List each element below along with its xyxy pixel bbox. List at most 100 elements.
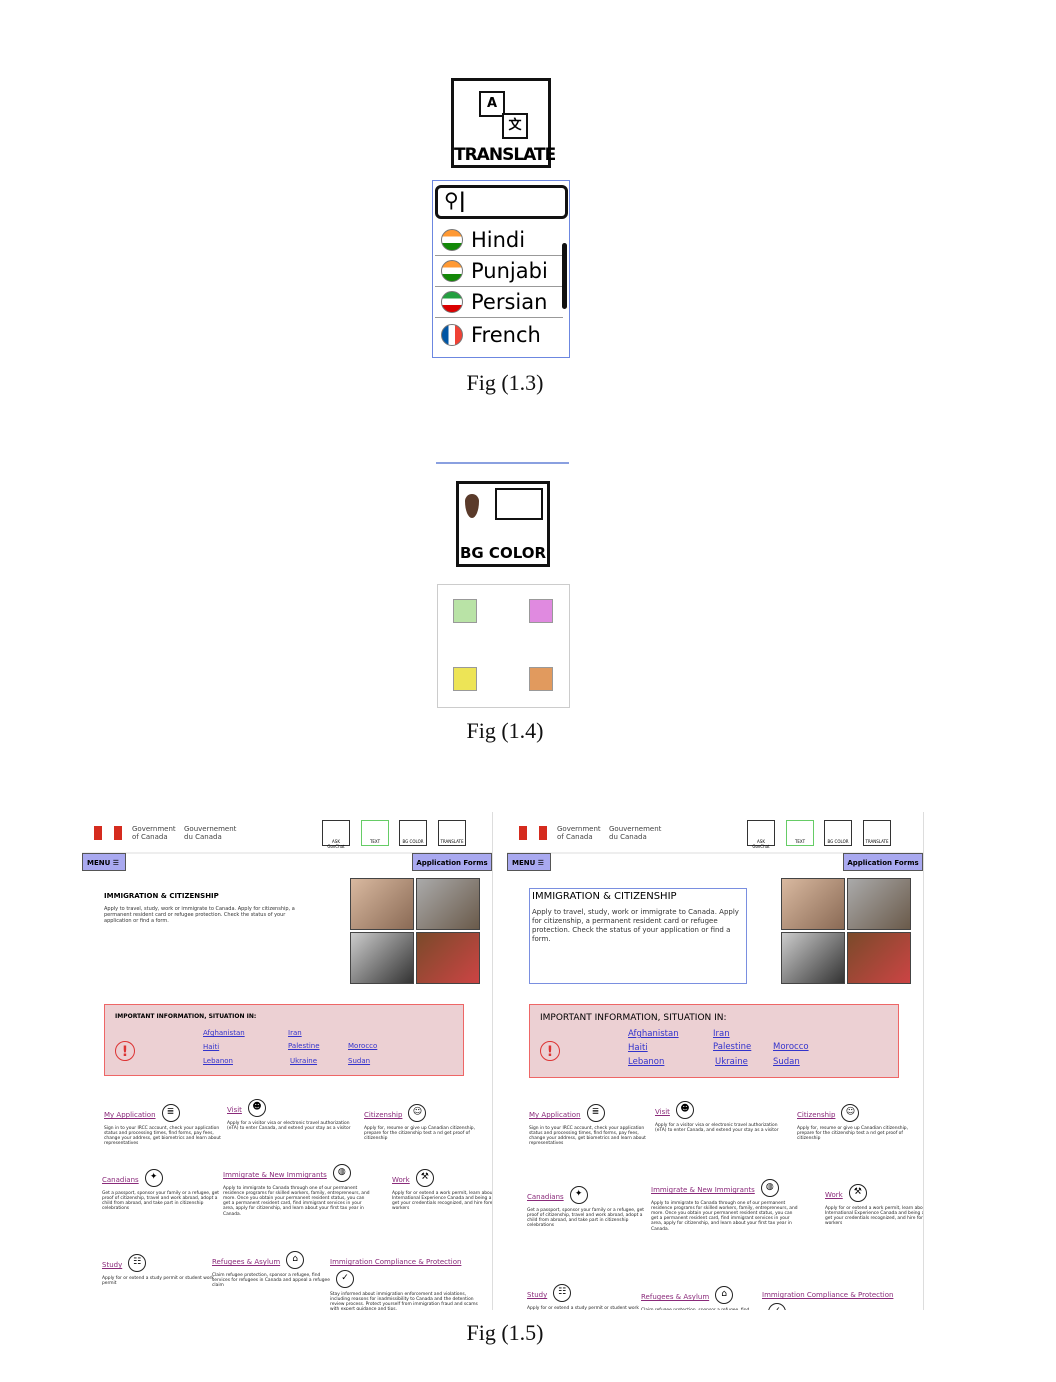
paint-drop-icon: [465, 494, 479, 518]
govchat-button[interactable]: ASK GovChat: [747, 820, 775, 849]
country-link[interactable]: Sudan: [773, 1057, 800, 1067]
language-dropdown[interactable]: ⚲| Hindi Punjabi Persian French: [432, 180, 570, 358]
text-zoom-button[interactable]: TEXT: [786, 820, 814, 846]
service-link[interactable]: Immigration Compliance & Protection: [330, 1258, 461, 1266]
service-link[interactable]: My Application: [529, 1111, 581, 1119]
info-title: IMPORTANT INFORMATION, SITUATION IN:: [115, 1013, 257, 1020]
bg-color-button[interactable]: BG COLOR: [824, 820, 852, 846]
service-card: Immigration Compliance & Protection✓Stay…: [762, 1282, 912, 1310]
country-link[interactable]: Iran: [288, 1029, 302, 1037]
service-link[interactable]: Work: [825, 1191, 843, 1199]
swatch-yellow[interactable]: [453, 667, 477, 691]
site-header: Government of Canada Gouvernement du Can…: [507, 812, 923, 854]
globe-icon: ◍: [760, 1178, 779, 1197]
service-link[interactable]: Immigrate & New Immigrants: [223, 1171, 327, 1179]
service-link[interactable]: Visit: [227, 1106, 242, 1114]
service-link[interactable]: Canadians: [102, 1176, 139, 1184]
govchat-button[interactable]: ASK GovChat: [322, 820, 350, 849]
service-description: Apply for, resume or give up Canadian ci…: [364, 1125, 475, 1141]
country-link[interactable]: Haiti: [203, 1043, 219, 1051]
citizen-icon: ☺: [841, 1103, 860, 1122]
bg-color-button[interactable]: BG COLOR: [456, 481, 550, 567]
scrollbar[interactable]: [562, 243, 567, 309]
service-link[interactable]: Immigrate & New Immigrants: [651, 1186, 755, 1194]
country-link[interactable]: Haiti: [628, 1043, 648, 1053]
service-card: Citizenship ☺ Apply for, resume or give up…: [797, 1102, 922, 1141]
maple-leaf-icon: ✦: [144, 1168, 163, 1187]
country-link[interactable]: Ukraine: [715, 1057, 748, 1067]
service-description: Apply for or extend a study permit or st…: [102, 1275, 214, 1286]
country-link[interactable]: Lebanon: [203, 1057, 233, 1065]
language-option-french[interactable]: French: [435, 319, 563, 350]
figure-caption: Fig (1.4): [466, 718, 544, 743]
service-link[interactable]: Work: [392, 1176, 410, 1184]
application-forms-button[interactable]: Application Forms: [843, 853, 923, 871]
warning-icon: !: [540, 1041, 560, 1061]
service-link[interactable]: Citizenship: [797, 1111, 835, 1119]
swatch-green[interactable]: [453, 599, 477, 623]
service-description: Apply for or extend a work permit, learn…: [825, 1205, 923, 1227]
country-link[interactable]: Morocco: [348, 1042, 377, 1050]
iran-flag-icon: [441, 291, 463, 313]
photo-family: [781, 878, 845, 930]
gov-en: Government of Canada: [132, 825, 176, 841]
menu-button[interactable]: MENU ☰: [82, 853, 126, 871]
service-link[interactable]: Immigration Compliance & Protection: [762, 1291, 893, 1299]
canada-flag-icon: [94, 826, 122, 840]
refugee-icon: ⌂: [286, 1250, 305, 1269]
service-card: Immigration Compliance & Protection✓Stay…: [330, 1249, 480, 1310]
worker-icon: ⚒: [415, 1168, 434, 1187]
image-icon: [495, 488, 543, 520]
photo-professionals: [781, 932, 845, 984]
globe-icon: ◍: [332, 1163, 351, 1182]
country-link[interactable]: Afghanistan: [628, 1029, 679, 1039]
language-search-input[interactable]: ⚲|: [435, 185, 568, 219]
service-description: Claim refugee protection, sponsor a refu…: [212, 1272, 330, 1288]
country-link[interactable]: Palestine: [713, 1042, 751, 1052]
service-card: My Application ≣ Sign in to your IRCC acco…: [529, 1102, 654, 1146]
country-link[interactable]: Ukraine: [290, 1057, 317, 1065]
page-title: IMMIGRATION & CITIZENSHIP: [532, 891, 677, 902]
bg-color-button[interactable]: BG COLOR: [399, 820, 427, 846]
application-forms-button[interactable]: Application Forms: [412, 853, 492, 871]
figure-caption: Fig (1.3): [466, 370, 544, 395]
france-flag-icon: [441, 323, 463, 346]
swatch-orange[interactable]: [529, 667, 553, 691]
service-card: Work ⚒ Apply for or extend a work permit, …: [392, 1167, 492, 1211]
language-option-persian[interactable]: Persian: [435, 287, 563, 318]
translate-button[interactable]: A 文 TRANSLATE: [451, 78, 556, 168]
translate-button[interactable]: TRANSLATE: [863, 820, 891, 846]
service-link[interactable]: Study: [527, 1291, 547, 1299]
service-description: Claim refugee protection, sponsor a refu…: [641, 1307, 750, 1311]
country-link[interactable]: Morocco: [773, 1042, 809, 1052]
citizen-icon: ☺: [408, 1103, 427, 1122]
country-link[interactable]: Iran: [713, 1029, 730, 1039]
service-link[interactable]: My Application: [104, 1111, 156, 1119]
language-option-punjabi[interactable]: Punjabi: [435, 256, 563, 287]
service-description: Apply to immigrate to Canada through one…: [651, 1200, 798, 1232]
translate-label: TRANSLATE: [454, 145, 556, 165]
text-zoom-button[interactable]: TEXT: [361, 820, 389, 846]
service-link[interactable]: Canadians: [527, 1193, 564, 1201]
tool-label: TRANSLATE: [440, 839, 464, 844]
translate-button[interactable]: TRANSLATE: [438, 820, 466, 846]
country-link[interactable]: Sudan: [348, 1057, 370, 1065]
shield-check-icon: ✓: [336, 1269, 354, 1288]
language-option-hindi[interactable]: Hindi: [435, 225, 563, 256]
service-link[interactable]: Study: [102, 1261, 122, 1269]
service-link[interactable]: Visit: [655, 1108, 670, 1116]
service-description: Sign in to your IRCC account, check your…: [104, 1125, 221, 1147]
service-card: Immigrate & New Immigrants ◍ Apply to immi…: [651, 1177, 801, 1232]
menu-button[interactable]: MENU ☰: [507, 853, 551, 871]
country-link[interactable]: Palestine: [288, 1042, 320, 1050]
service-link[interactable]: Refugees & Asylum: [212, 1258, 280, 1266]
tool-label: TEXT: [369, 839, 381, 844]
country-link[interactable]: Afghanistan: [203, 1029, 245, 1037]
swatch-pink[interactable]: [529, 599, 553, 623]
service-link[interactable]: Refugees & Asylum: [641, 1293, 709, 1301]
photo-group: [416, 878, 480, 930]
country-link[interactable]: Lebanon: [628, 1057, 664, 1067]
shield-check-icon: ✓: [768, 1302, 786, 1310]
visitor-icon: ☻: [247, 1098, 266, 1117]
service-link[interactable]: Citizenship: [364, 1111, 402, 1119]
